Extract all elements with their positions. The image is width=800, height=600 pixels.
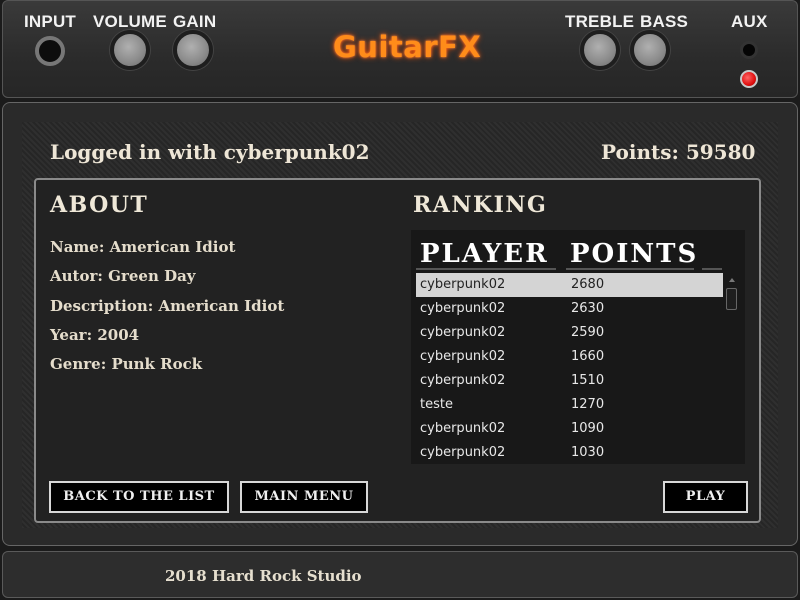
song-name: Name: American Idiot — [50, 238, 236, 256]
ranking-scrollbar[interactable] — [725, 276, 739, 462]
table-row[interactable]: cyberpunk02 1510 — [416, 369, 723, 393]
table-row[interactable]: teste 1270 — [416, 393, 723, 417]
points-total: Points: 59580 — [601, 140, 756, 164]
bass-label: BASS — [640, 12, 689, 31]
gain-label: GAIN — [173, 12, 217, 31]
column-header-player[interactable]: PLAYER — [420, 239, 549, 269]
input-jack-icon — [35, 36, 65, 66]
app-logo: GuitarFX — [333, 30, 482, 64]
points-cell: 2590 — [571, 325, 605, 340]
points-cell: 1270 — [571, 397, 605, 412]
scroll-up-icon[interactable] — [729, 278, 735, 282]
player-cell: cyberpunk02 — [420, 421, 506, 436]
song-author: Autor: Green Day — [50, 267, 196, 285]
column-header-points[interactable]: POINTS — [570, 239, 698, 269]
points-cell: 2680 — [571, 277, 605, 292]
ranking-title: RANKING — [413, 192, 548, 218]
song-year: Year: 2004 — [50, 326, 140, 344]
header-divider — [416, 268, 556, 270]
player-cell: cyberpunk02 — [420, 301, 506, 316]
points-cell: 1090 — [571, 421, 605, 436]
points-cell: 1030 — [571, 445, 605, 460]
treble-knob[interactable] — [580, 30, 620, 70]
bass-knob[interactable] — [630, 30, 670, 70]
about-title: ABOUT — [50, 192, 149, 218]
player-cell: teste — [420, 397, 453, 412]
table-row[interactable]: cyberpunk02 2630 — [416, 297, 723, 321]
points-cell: 2630 — [571, 301, 605, 316]
treble-label: TREBLE — [565, 12, 635, 31]
footer-copyright: 2018 Hard Rock Studio — [165, 567, 362, 585]
logged-in-text: Logged in with cyberpunk02 — [50, 140, 370, 164]
player-cell: cyberpunk02 — [420, 373, 506, 388]
input-label: INPUT — [24, 12, 76, 31]
table-row[interactable]: cyberpunk02 1030 — [416, 441, 723, 465]
player-cell: cyberpunk02 — [420, 445, 506, 460]
song-description: Description: American Idiot — [50, 297, 285, 315]
footer-bar — [2, 551, 798, 598]
points-cell: 1660 — [571, 349, 605, 364]
song-genre: Genre: Punk Rock — [50, 355, 203, 373]
aux-label: AUX — [731, 12, 768, 31]
aux-jack-icon — [740, 41, 758, 59]
points-cell: 1510 — [571, 373, 605, 388]
back-to-list-button[interactable]: BACK TO THE LIST — [49, 481, 229, 513]
volume-knob[interactable] — [110, 30, 150, 70]
main-menu-button[interactable]: MAIN MENU — [240, 481, 368, 513]
scrollbar-thumb[interactable] — [726, 288, 737, 310]
table-row[interactable]: cyberpunk02 1660 — [416, 345, 723, 369]
power-led-icon — [740, 70, 758, 88]
player-cell: cyberpunk02 — [420, 349, 506, 364]
table-row[interactable]: cyberpunk02 2680 — [416, 273, 723, 297]
header-divider — [702, 268, 722, 270]
player-cell: cyberpunk02 — [420, 277, 506, 292]
play-button[interactable]: PLAY — [663, 481, 748, 513]
player-cell: cyberpunk02 — [420, 325, 506, 340]
table-row[interactable]: cyberpunk02 1090 — [416, 417, 723, 441]
table-row[interactable]: cyberpunk02 2590 — [416, 321, 723, 345]
gain-knob[interactable] — [173, 30, 213, 70]
header-divider — [566, 268, 694, 270]
volume-label: VOLUME — [93, 12, 167, 31]
